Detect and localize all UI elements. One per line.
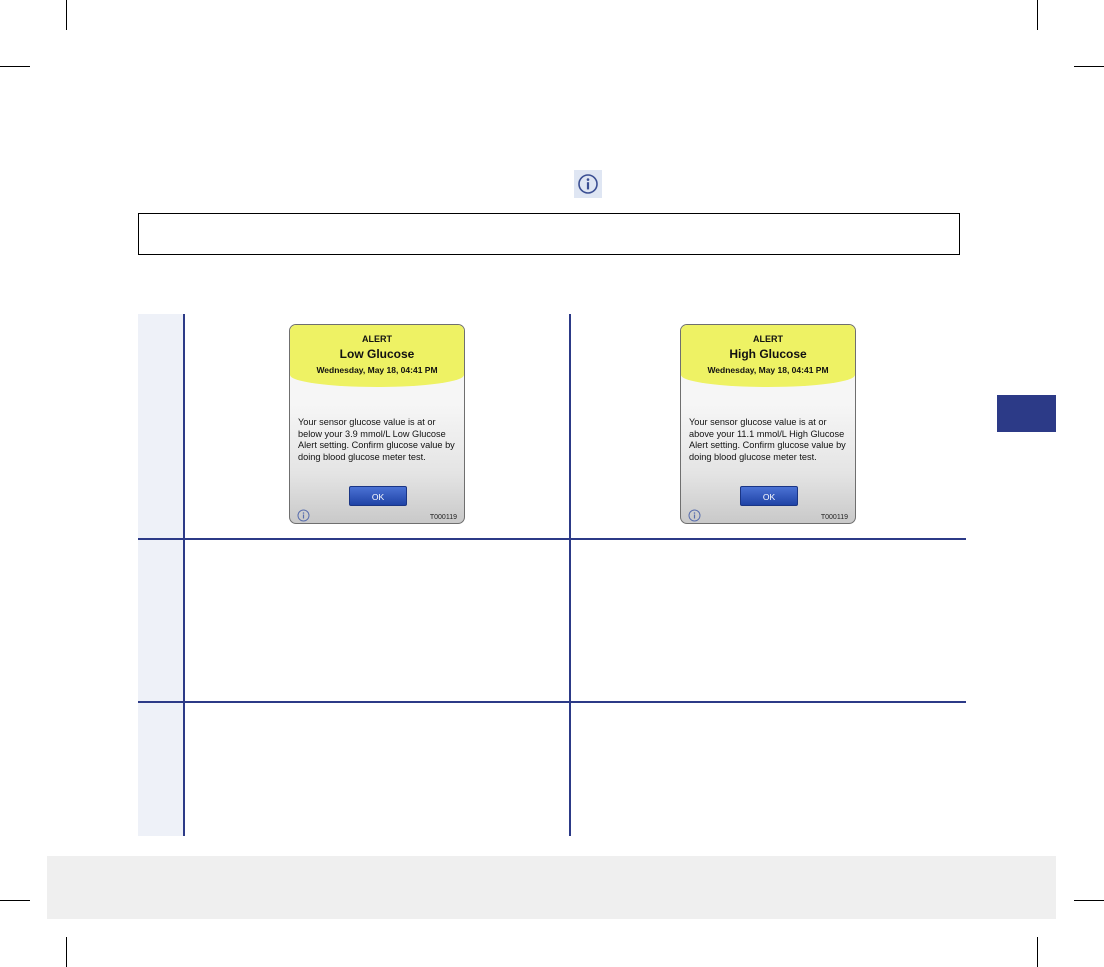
- alert-kicker: ALERT: [753, 334, 783, 344]
- table-divider: [138, 701, 966, 703]
- notice-box: [138, 213, 960, 255]
- alert-message: Your sensor glucose value is at or above…: [689, 417, 846, 462]
- footer-band: [47, 856, 1056, 919]
- high-glucose-alert-screen: ALERT High Glucose Wednesday, May 18, 04…: [680, 324, 856, 524]
- table-divider: [183, 314, 185, 836]
- screen-code: T000119: [820, 514, 848, 521]
- crop-mark: [66, 937, 67, 967]
- alert-header: ALERT Low Glucose Wednesday, May 18, 04:…: [290, 325, 464, 387]
- crop-mark: [1037, 0, 1038, 30]
- info-circle-icon[interactable]: [688, 509, 701, 522]
- crop-mark: [0, 66, 30, 67]
- alert-title: High Glucose: [729, 347, 807, 361]
- alert-date: Wednesday, May 18, 04:41 PM: [707, 365, 829, 375]
- alert-message: Your sensor glucose value is at or below…: [298, 417, 455, 462]
- table-divider: [569, 314, 571, 836]
- screen-code: T000119: [429, 514, 457, 521]
- low-glucose-alert-screen: ALERT Low Glucose Wednesday, May 18, 04:…: [289, 324, 465, 524]
- crop-mark: [1074, 66, 1104, 67]
- crop-mark: [1037, 937, 1038, 967]
- alert-date: Wednesday, May 18, 04:41 PM: [316, 365, 438, 375]
- crop-mark: [1074, 900, 1104, 901]
- crop-mark: [0, 900, 30, 901]
- ok-button[interactable]: OK: [740, 486, 798, 506]
- table-divider: [138, 538, 966, 540]
- row-header-column: [138, 314, 183, 836]
- alert-kicker: ALERT: [362, 334, 392, 344]
- crop-mark: [66, 0, 67, 30]
- info-circle-icon: [574, 170, 602, 198]
- alert-title: Low Glucose: [339, 347, 415, 361]
- info-circle-icon[interactable]: [297, 509, 310, 522]
- ok-button[interactable]: OK: [349, 486, 407, 506]
- section-tab: [997, 395, 1056, 432]
- alert-header: ALERT High Glucose Wednesday, May 18, 04…: [681, 325, 855, 387]
- alerts-table: ALERT Low Glucose Wednesday, May 18, 04:…: [138, 314, 966, 836]
